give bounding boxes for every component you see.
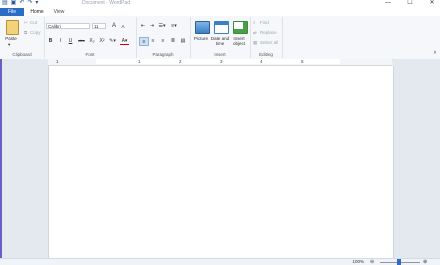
align-left-icon[interactable]: ≡ [139, 37, 149, 46]
italic-button[interactable]: I [57, 37, 64, 44]
font-color-icon[interactable]: A▾ [120, 37, 129, 45]
bold-button[interactable]: B [47, 37, 54, 44]
superscript-button[interactable]: X² [98, 37, 106, 44]
paste-button[interactable]: Paste [3, 36, 19, 41]
save-icon[interactable]: ▣ [11, 0, 17, 7]
left-margin-area [0, 59, 48, 259]
insert-object-button-line2[interactable]: object [228, 41, 250, 46]
zoom-slider-thumb[interactable] [397, 259, 401, 265]
insert-group-label: Insert [214, 52, 226, 57]
font-family-select[interactable]: Calibri [46, 23, 90, 29]
undo-icon[interactable]: ↶ [19, 0, 24, 7]
chevron-down-icon[interactable]: ▾ [35, 0, 38, 7]
redo-icon[interactable]: ↷ [27, 0, 32, 7]
paragraph-settings-icon[interactable]: ▤ [179, 37, 187, 44]
copy-icon[interactable]: ⧉ [24, 30, 27, 35]
close-button[interactable]: ✕ [424, 0, 440, 7]
cut-button[interactable]: Cut [30, 20, 37, 25]
maximize-button[interactable]: ☐ [402, 0, 418, 7]
select-all-button[interactable]: Select all [260, 40, 278, 45]
window-edge [0, 59, 2, 259]
copy-button[interactable]: Copy [30, 30, 41, 35]
insert-group: Picture Date and time Insert object Inse… [190, 17, 251, 58]
ruler-number: 4 [260, 59, 263, 64]
underline-button[interactable]: U [67, 37, 74, 44]
subscript-button[interactable]: X₂ [88, 37, 96, 44]
zoom-out-button[interactable]: ⊖ [370, 259, 374, 265]
ribbon: Paste ▾ ✂ Cut ⧉ Copy Clipboard Calibri 1… [0, 16, 440, 60]
clipboard-group: Paste ▾ ✂ Cut ⧉ Copy Clipboard [0, 17, 45, 58]
paste-icon[interactable] [6, 20, 19, 35]
ribbon-tabs: File Home View [0, 8, 440, 17]
find-button[interactable]: Find [260, 20, 269, 25]
document-editor[interactable] [48, 66, 394, 259]
strikethrough-button[interactable]: abc [77, 37, 86, 44]
right-margin-area [393, 59, 440, 259]
ruler-number: 2 [179, 59, 182, 64]
find-icon[interactable]: ⌕ [253, 20, 256, 25]
ruler-number: 1 [56, 59, 59, 64]
font-group: Calibri 11 A A B I U abc X₂ X² ✎▾ A▾ Fon… [44, 17, 137, 58]
calendar-icon[interactable] [214, 21, 229, 34]
app-icon[interactable]: ▤ [2, 0, 8, 7]
ruler-number: 3 [220, 59, 223, 64]
ruler-number: 5 [301, 59, 304, 64]
align-right-icon[interactable]: ≡ [159, 37, 167, 44]
paragraph-group-label: Paragraph [152, 52, 174, 57]
cut-icon[interactable]: ✂ [24, 20, 28, 26]
ruler-number: 1 [138, 59, 141, 64]
line-spacing-icon[interactable]: ≡▾ [169, 23, 179, 29]
font-group-label: Font [85, 52, 95, 57]
increase-indent-icon[interactable]: ⇥ [148, 23, 156, 29]
tab-file[interactable]: File [0, 8, 24, 16]
object-icon[interactable] [233, 21, 248, 34]
editing-group: ⌕ Find ⇄ Replace ▦ Select all Editing [250, 17, 283, 58]
align-center-icon[interactable]: ≡ [149, 37, 157, 44]
collapse-ribbon-icon[interactable]: ˄ [432, 50, 438, 56]
quick-access-toolbar: ▤ ▣ ↶ ↷ ▾ [2, 0, 38, 7]
font-size-select[interactable]: 11 [92, 23, 106, 29]
select-all-icon[interactable]: ▦ [253, 40, 257, 46]
grow-font-button[interactable]: A [110, 23, 118, 29]
title-bar: ▤ ▣ ↶ ↷ ▾ Document - WordPad — ☐ ✕ [0, 0, 440, 8]
bullets-icon[interactable]: ☰▾ [157, 23, 167, 29]
shrink-font-button[interactable]: A [119, 23, 127, 29]
highlight-icon[interactable]: ✎▾ [108, 37, 117, 44]
justify-icon[interactable]: ≣ [169, 37, 177, 44]
ruler[interactable]: 1 1 2 3 4 5 [48, 59, 392, 66]
window-title: Document - WordPad [82, 0, 130, 6]
zoom-level: 100% [352, 259, 364, 264]
tab-view[interactable]: View [50, 8, 68, 16]
paragraph-group: ⇤ ⇥ ☰▾ ≡▾ ≡ ≡ ≡ ≣ ▤ Paragraph [136, 17, 191, 58]
replace-icon[interactable]: ⇄ [253, 30, 257, 36]
editing-group-label: Editing [259, 52, 273, 57]
chevron-down-icon[interactable]: ▾ [8, 42, 10, 48]
decrease-indent-icon[interactable]: ⇤ [139, 23, 147, 29]
minimize-button[interactable]: — [380, 0, 396, 7]
zoom-in-button[interactable]: ⊕ [423, 259, 427, 265]
clipboard-group-label: Clipboard [12, 52, 32, 57]
replace-button[interactable]: Replace [260, 30, 277, 35]
picture-icon[interactable] [195, 21, 210, 34]
